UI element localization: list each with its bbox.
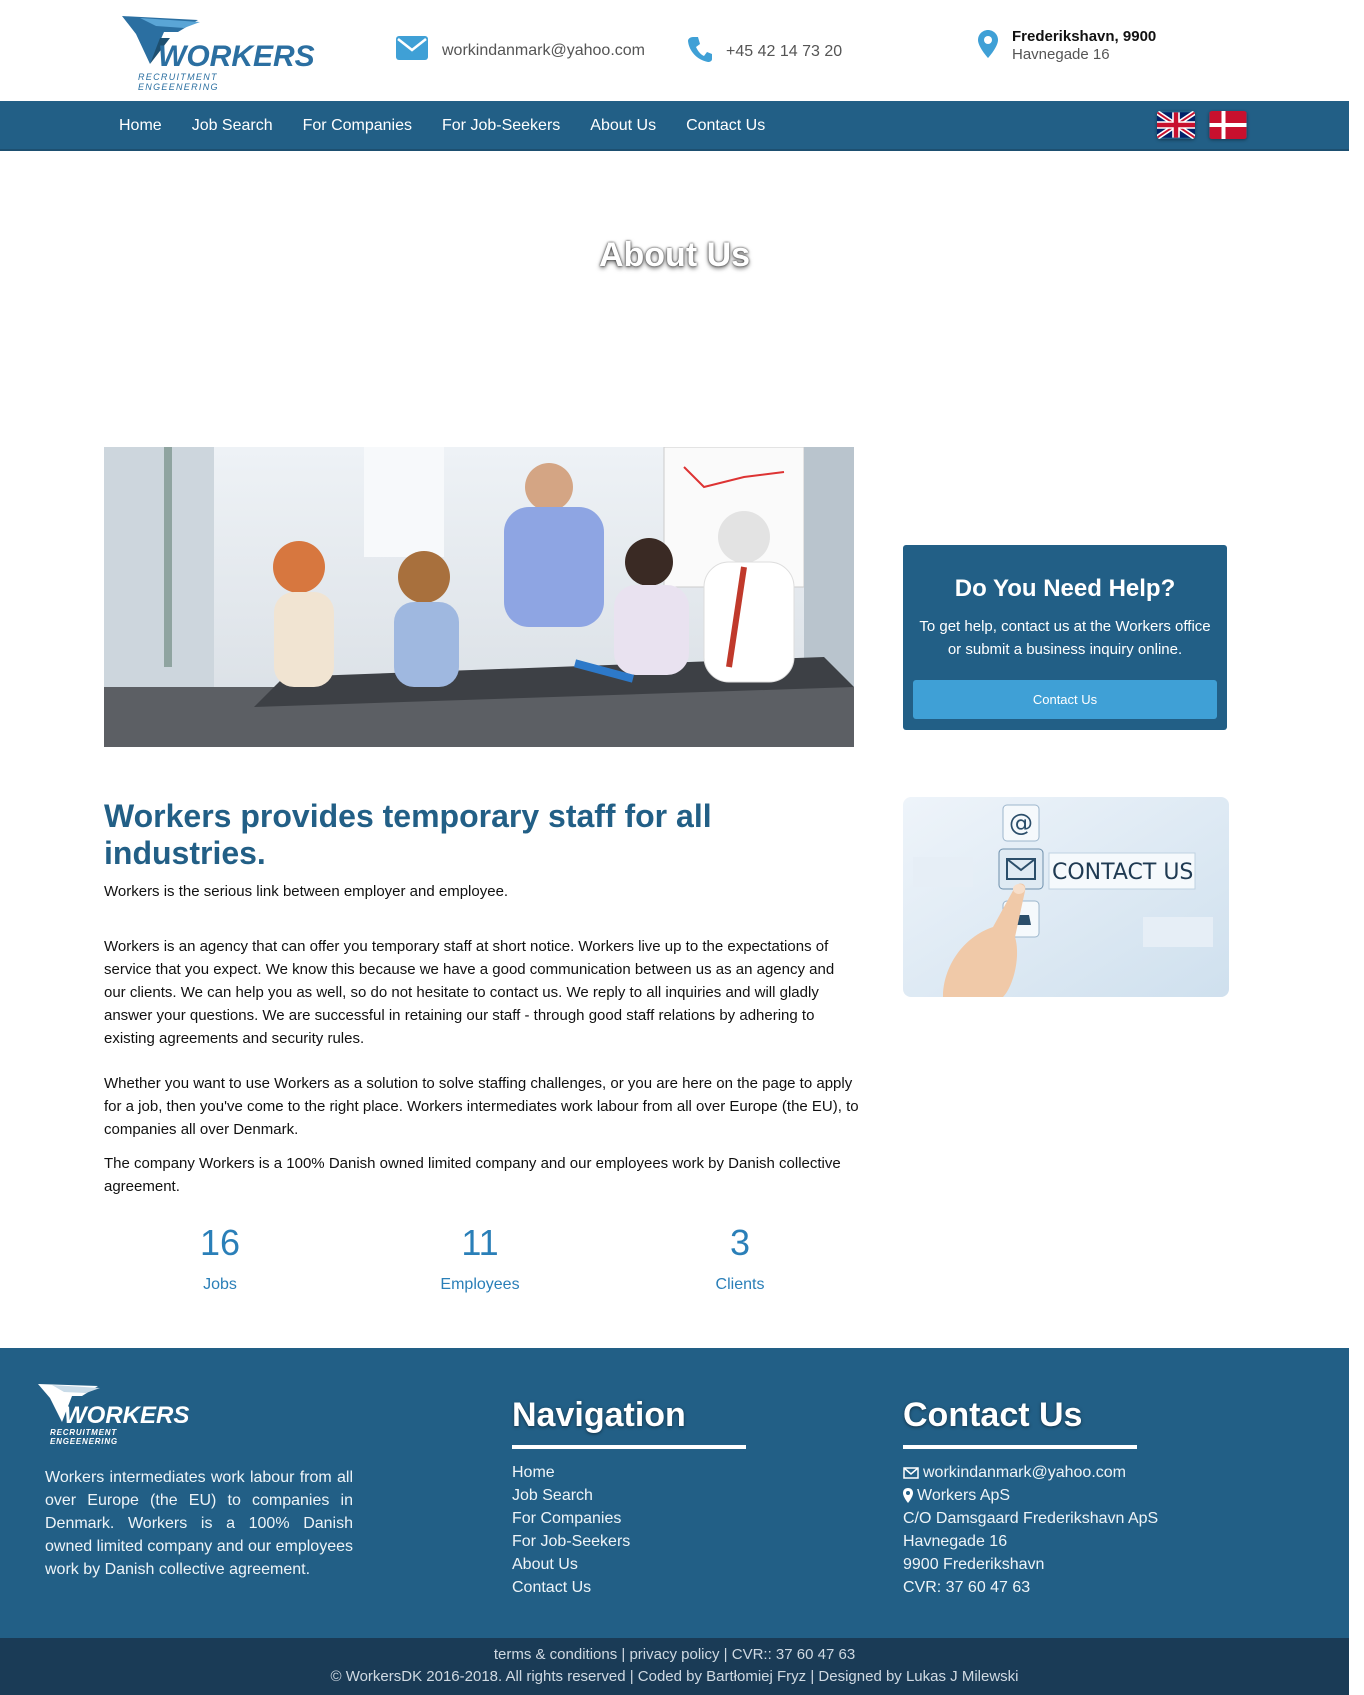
footer-link-home[interactable]: Home bbox=[512, 1461, 746, 1484]
footer-logo-wordmark: WORKERS bbox=[64, 1402, 190, 1429]
intro-paragraph: Workers is the serious link between empl… bbox=[104, 883, 509, 900]
footer-address-line: C/O Damsgaard Frederikshavn ApS bbox=[903, 1510, 1159, 1527]
banner-text: CONTACT US bbox=[1052, 860, 1193, 885]
footer-contact-heading: Contact Us bbox=[903, 1396, 1083, 1434]
footer-link-for-job-seekers[interactable]: For Job-Seekers bbox=[512, 1530, 746, 1553]
footer-about: Workers intermediates work labour from a… bbox=[45, 1469, 353, 1578]
bottom-cvr: CVR:: 37 60 47 63 bbox=[731, 1646, 856, 1663]
footer-logo[interactable]: WORKERS RECRUITMENT ENGEENERING bbox=[36, 1382, 190, 1446]
denmark-flag-icon[interactable] bbox=[1209, 111, 1247, 139]
uk-flag-icon[interactable] bbox=[1157, 111, 1195, 139]
nav-for-job-seekers[interactable]: For Job-Seekers bbox=[427, 117, 575, 135]
nav-home[interactable]: Home bbox=[104, 117, 177, 135]
map-pin-icon bbox=[978, 29, 998, 63]
footer-link-contact-us[interactable]: Contact Us bbox=[512, 1576, 746, 1599]
footer-link-for-companies[interactable]: For Companies bbox=[512, 1507, 746, 1530]
nav-about-us[interactable]: About Us bbox=[575, 117, 671, 135]
footer-nav-heading: Navigation bbox=[512, 1396, 686, 1434]
stat-employees: 11 Employees bbox=[400, 1222, 560, 1294]
footer-email[interactable]: workindanmark@yahoo.com bbox=[903, 1461, 1158, 1484]
office-meeting-image bbox=[104, 447, 854, 747]
footer-link-job-search[interactable]: Job Search bbox=[512, 1484, 746, 1507]
main-nav: Home Job Search For Companies For Job-Se… bbox=[0, 101, 1349, 151]
footer-link-about-us[interactable]: About Us bbox=[512, 1553, 746, 1576]
workers-logo[interactable]: WORKERS RECRUITMENT ENGEENERING bbox=[120, 14, 315, 92]
help-text: To get help, contact us at the Workers o… bbox=[919, 618, 1211, 658]
header-address: Frederikshavn, 9900 Havnegade 16 bbox=[978, 28, 1156, 64]
nav-job-search[interactable]: Job Search bbox=[177, 117, 288, 135]
divider bbox=[512, 1445, 746, 1449]
footer: WORKERS RECRUITMENT ENGEENERING Workers … bbox=[0, 1348, 1349, 1638]
footer-address-line: 9900 Frederikshavn bbox=[903, 1556, 1045, 1573]
contact-us-banner[interactable]: @ CONTACT US bbox=[903, 797, 1229, 997]
separator: | bbox=[723, 1646, 732, 1663]
divider bbox=[903, 1445, 1137, 1449]
help-title: Do You Need Help? bbox=[954, 575, 1176, 602]
stat-value: 16 bbox=[199, 1222, 241, 1263]
bottom-bar: terms & conditions | privacy policy | CV… bbox=[0, 1638, 1349, 1695]
header-email-text: workindanmark@yahoo.com bbox=[442, 41, 645, 59]
stat-jobs: 16 Jobs bbox=[140, 1222, 300, 1294]
header-email[interactable]: workindanmark@yahoo.com bbox=[396, 36, 645, 65]
company-paragraph: The company Workers is a 100% Danish own… bbox=[104, 1155, 841, 1195]
footer-navigation: Navigation Home Job Search For Companies… bbox=[512, 1396, 746, 1599]
footer-company-text: Workers ApS bbox=[917, 1487, 1011, 1504]
stat-value: 11 bbox=[461, 1222, 499, 1263]
help-contact-button[interactable]: Contact Us bbox=[913, 680, 1217, 719]
logo-tagline: RECRUITMENT ENGEENERING bbox=[138, 72, 219, 92]
stat-clients: 3 Clients bbox=[660, 1222, 820, 1294]
at-sign-icon: @ bbox=[1009, 809, 1033, 837]
footer-logo-tagline: RECRUITMENT ENGEENERING bbox=[50, 1428, 118, 1446]
logo-wordmark: WORKERS bbox=[158, 40, 315, 73]
copyright: © WorkersDK 2016-2018. All rights reserv… bbox=[330, 1668, 1019, 1685]
stat-label: Employees bbox=[440, 1276, 520, 1293]
nav-contact-us[interactable]: Contact Us bbox=[671, 117, 780, 135]
footer-email-text: workindanmark@yahoo.com bbox=[923, 1464, 1126, 1481]
header-phone[interactable]: +45 42 14 73 20 bbox=[688, 36, 842, 67]
header-phone-text: +45 42 14 73 20 bbox=[726, 42, 843, 60]
solution-paragraph: Whether you want to use Workers as a sol… bbox=[104, 1075, 859, 1138]
terms-link[interactable]: terms & conditions bbox=[494, 1646, 617, 1663]
stat-label: Clients bbox=[715, 1276, 765, 1293]
envelope-icon bbox=[396, 36, 428, 65]
page-title: About Us bbox=[598, 236, 751, 274]
map-pin-icon bbox=[903, 1488, 913, 1503]
envelope-icon bbox=[903, 1466, 919, 1479]
footer-cvr: CVR: 37 60 47 63 bbox=[903, 1579, 1031, 1596]
help-box: Do You Need Help? To get help, contact u… bbox=[903, 545, 1227, 730]
footer-address-line: Havnegade 16 bbox=[903, 1533, 1008, 1550]
top-header: WORKERS RECRUITMENT ENGEENERING workinda… bbox=[0, 0, 1349, 101]
phone-icon bbox=[688, 36, 712, 67]
stat-value: 3 bbox=[729, 1222, 751, 1263]
footer-contact: Contact Us workindanmark@yahoo.com Worke… bbox=[903, 1396, 1158, 1599]
main-headline: Workers provides temporary staff for all… bbox=[104, 798, 712, 871]
agency-paragraph: Workers is an agency that can offer you … bbox=[104, 938, 835, 1047]
privacy-link[interactable]: privacy policy bbox=[629, 1646, 719, 1663]
footer-company: Workers ApS bbox=[903, 1484, 1158, 1507]
address-city: Frederikshavn, 9900 bbox=[1012, 28, 1157, 45]
address-street: Havnegade 16 bbox=[1012, 46, 1110, 63]
nav-for-companies[interactable]: For Companies bbox=[288, 117, 427, 135]
stat-label: Jobs bbox=[203, 1276, 237, 1293]
